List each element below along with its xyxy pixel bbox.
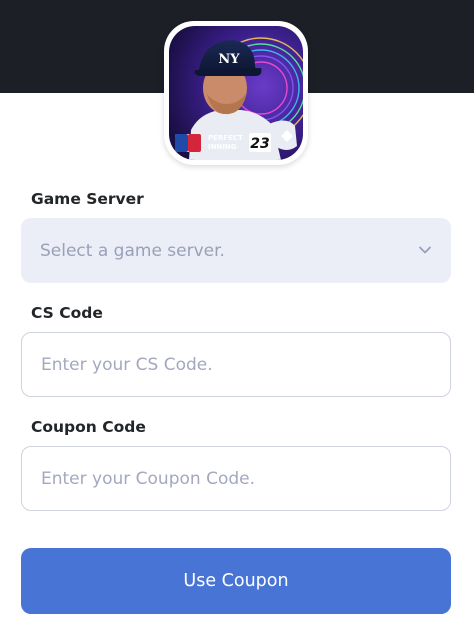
brand-text-line1: PERFECT [208, 134, 243, 142]
game-server-select[interactable]: Select a game server. [21, 218, 451, 283]
brand-text-line2: INNING [208, 143, 237, 151]
coupon-code-input[interactable] [21, 446, 451, 511]
svg-text:NY: NY [218, 52, 240, 67]
coupon-code-label: Coupon Code [31, 418, 146, 436]
year-badge: 23 [250, 136, 269, 152]
perfect-inning-logo-image: NY PERFECT INNING 23 [169, 26, 303, 160]
game-server-select-placeholder: Select a game server. [40, 240, 225, 261]
use-coupon-button[interactable]: Use Coupon [21, 548, 451, 614]
game-server-label: Game Server [31, 190, 144, 208]
cs-code-input[interactable] [21, 332, 451, 397]
chevron-down-icon [419, 246, 431, 254]
cs-code-label: CS Code [31, 304, 103, 322]
app-logo: NY PERFECT INNING 23 [164, 21, 308, 165]
